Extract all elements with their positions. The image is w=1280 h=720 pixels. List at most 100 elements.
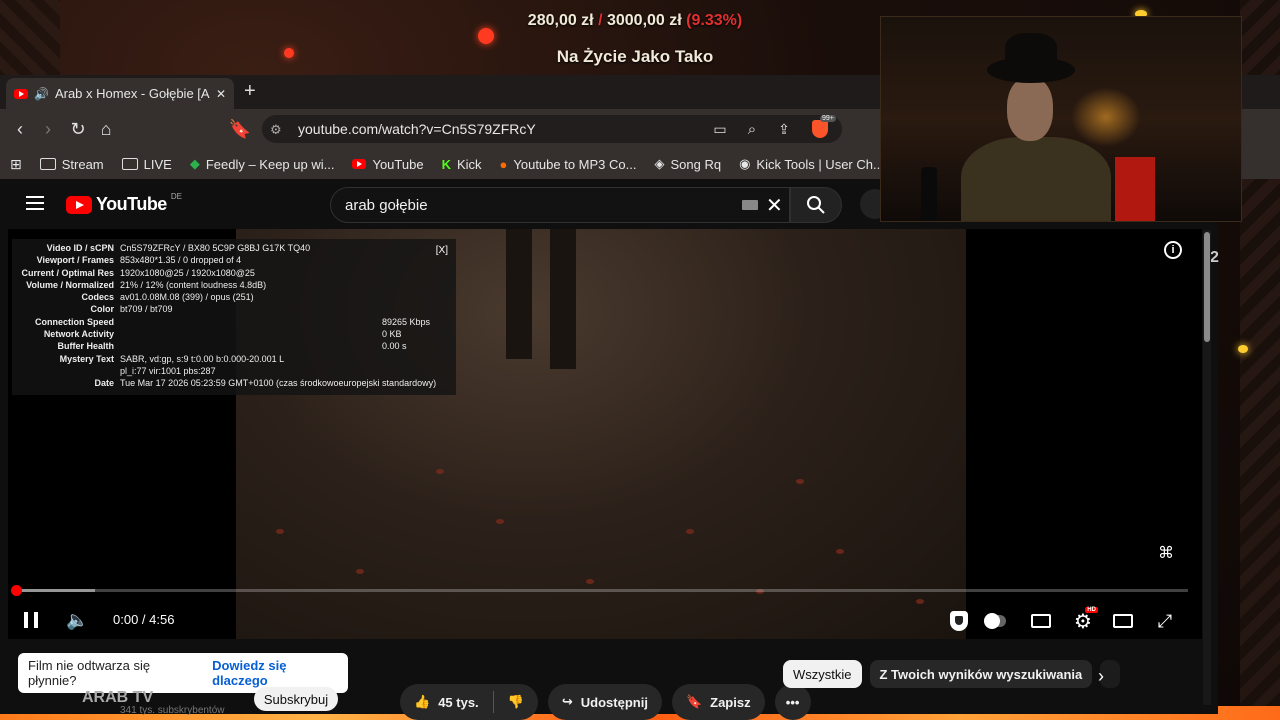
stats-value xyxy=(120,340,382,352)
scrollbar-thumb[interactable] xyxy=(1204,232,1210,342)
reload-icon[interactable]: ↻ xyxy=(66,117,90,141)
share-button[interactable]: ↪ Udostępnij xyxy=(547,684,662,720)
settings-icon[interactable]: ⚙ HD xyxy=(1072,606,1098,633)
ember-decoration xyxy=(478,28,494,44)
chip-all[interactable]: Wszystkie xyxy=(783,660,862,688)
stats-value: 21% / 12% (content loudness 4.8dB) xyxy=(120,279,267,290)
video-figure xyxy=(550,229,576,369)
cast-icon[interactable]: ▭ xyxy=(708,117,732,141)
bottle xyxy=(921,167,937,221)
url-text: youtube.com/watch?v=Cn5S79ZFRcY xyxy=(298,121,536,137)
keyboard-icon[interactable] xyxy=(742,200,758,210)
stats-row: pl_i:77 vir:1001 pbs:287 xyxy=(16,365,452,377)
bookmark-live[interactable]: LIVE xyxy=(121,157,172,172)
bookmark-youtube[interactable]: YouTube xyxy=(352,156,424,172)
pause-icon[interactable] xyxy=(24,612,38,628)
stats-value: Cn5S79ZFRcY / BX80 5C9P G8BJ G17K TQ40 xyxy=(120,243,311,253)
toast-text: Film nie odtwarza się płynnie? xyxy=(28,658,151,688)
menu-icon[interactable] xyxy=(26,196,44,210)
save-button[interactable]: 🔖 Zapisz xyxy=(671,684,765,720)
annotation-icon[interactable]: ⌘ xyxy=(1158,543,1174,563)
learn-why-link[interactable]: Dowiedz się dlaczego xyxy=(212,658,338,688)
share-icon[interactable]: ⇪ xyxy=(772,117,796,141)
bookmark-kick-tools[interactable]: ◉ Kick Tools | User Ch... xyxy=(739,156,884,172)
autoplay-toggle[interactable] xyxy=(984,610,1006,632)
stats-key: Buffer Health xyxy=(57,341,114,352)
video-figure xyxy=(506,229,532,359)
scrubber-handle[interactable] xyxy=(11,585,22,596)
ad-shield-icon[interactable] xyxy=(948,610,970,632)
stats-key: Date xyxy=(94,378,114,389)
back-icon[interactable]: ‹ xyxy=(8,117,32,141)
stats-value: 89265 Kbps xyxy=(382,316,431,327)
bookmark-label: Kick xyxy=(456,156,482,172)
fullscreen-icon[interactable]: ⤢ xyxy=(1154,610,1176,632)
apps-grid-icon[interactable]: ⊞ xyxy=(10,156,22,173)
hat-crown xyxy=(1005,33,1057,69)
stats-value xyxy=(120,316,382,328)
dislike-icon[interactable]: 👎 xyxy=(508,694,524,710)
bookmark-label: YouTube xyxy=(372,156,424,172)
bookmark-kick[interactable]: K Kick xyxy=(442,157,482,172)
subtitles-icon[interactable] xyxy=(1030,610,1052,632)
stats-close-button[interactable]: [X] xyxy=(436,245,448,256)
theater-mode-icon[interactable] xyxy=(1112,610,1134,632)
like-count[interactable]: 45 tys. xyxy=(438,695,478,710)
search-input[interactable]: arab gołębie xyxy=(330,187,790,223)
clear-search-icon[interactable]: ✕ xyxy=(766,193,783,218)
converter-icon: ● xyxy=(499,156,508,172)
donation-separator: / xyxy=(598,12,603,29)
stats-key: Current / Optimal Res xyxy=(21,267,114,278)
leaf xyxy=(586,579,594,584)
bookmark-mp3[interactable]: ● Youtube to MP3 Co... xyxy=(500,157,637,172)
player-controls: 🔈 0:00 / 4:56 ⚙ HD ⤢ xyxy=(8,604,1202,638)
stats-for-nerds: [X] Video ID / sCPN Cn5S79ZFRcY / BX80 5C… xyxy=(12,239,456,395)
bookmark-label: Stream xyxy=(61,156,104,172)
volume-icon[interactable]: 🔈 xyxy=(66,610,88,631)
stats-value xyxy=(120,328,382,340)
stats-value: Tue Mar 17 2026 05:23:59 GMT+0100 (czas … xyxy=(120,378,437,389)
new-tab-button[interactable]: + xyxy=(244,80,256,103)
progress-bar[interactable] xyxy=(11,585,1188,596)
bookmark-label: Song Rq xyxy=(670,156,722,172)
kick-icon: K xyxy=(441,156,451,172)
stats-row: Mystery Text SABR, vd:gp, s:9 t:0.00 b:0.… xyxy=(16,353,452,365)
leaf xyxy=(356,569,364,574)
more-actions-button[interactable]: ••• xyxy=(774,684,811,720)
youtube-logo[interactable]: YouTube DE xyxy=(66,192,182,215)
song-icon: ◈ xyxy=(654,156,665,171)
bookmark-feedly[interactable]: ◆ Feedly – Keep up wi... xyxy=(190,156,335,172)
stats-key: Connection Speed xyxy=(34,316,114,327)
youtube-page: YouTube DE arab gołębie ✕ [X] Video ID /… xyxy=(0,179,1218,720)
stats-value: 1920x1080@25 / 1920x1080@25 xyxy=(120,267,255,278)
forward-icon[interactable]: › xyxy=(36,117,60,141)
site-settings-icon[interactable]: ⚙ xyxy=(270,122,282,138)
video-player[interactable]: [X] Video ID / sCPN Cn5S79ZFRcY / BX80 5C… xyxy=(8,229,1202,639)
stats-row: Date Tue Mar 17 2026 05:23:59 GMT+0100 (c… xyxy=(16,377,452,389)
bookmark-songrq[interactable]: ◈ Song Rq xyxy=(654,156,721,172)
home-icon[interactable]: ⌂ xyxy=(94,117,118,141)
subscribe-button[interactable]: Subskrybuj xyxy=(254,687,338,711)
youtube-logo-icon xyxy=(66,195,92,214)
bookmark-icon[interactable]: 🔖 xyxy=(228,117,252,141)
brave-badge: 99+ xyxy=(820,115,836,122)
stats-value: bt709 / bt709 xyxy=(120,304,173,315)
leaf xyxy=(496,519,504,524)
bookmark-stream[interactable]: Stream xyxy=(39,156,104,172)
chip-from-search[interactable]: Z Twoich wyników wyszukiwania xyxy=(869,660,1093,688)
info-icon[interactable]: i xyxy=(1164,241,1182,259)
subscriber-count: 341 tys. subskrybentów xyxy=(120,705,225,716)
chevron-right-icon[interactable]: › xyxy=(1098,666,1104,687)
webcam-overlay xyxy=(880,16,1242,222)
kick-tools-icon: ◉ xyxy=(739,156,751,171)
stats-key: Viewport / Frames xyxy=(36,255,114,266)
search-button[interactable] xyxy=(790,187,842,223)
stats-key: Volume / Normalized xyxy=(26,279,114,290)
like-icon[interactable]: 👍 xyxy=(414,694,430,710)
stats-row: Volume / Normalized 21% / 12% (content lo… xyxy=(16,279,452,291)
browser-tab[interactable]: 🔊 Arab x Homex - Gołębie [AHE ✕ xyxy=(6,78,234,109)
zoom-icon[interactable]: ⌕ xyxy=(740,117,764,141)
tab-close-icon[interactable]: ✕ xyxy=(216,87,226,101)
stats-row: Color bt709 / bt709 xyxy=(16,303,452,315)
stats-value: SABR, vd:gp, s:9 t:0.00 b:0.000-20.001 L xyxy=(120,353,285,364)
